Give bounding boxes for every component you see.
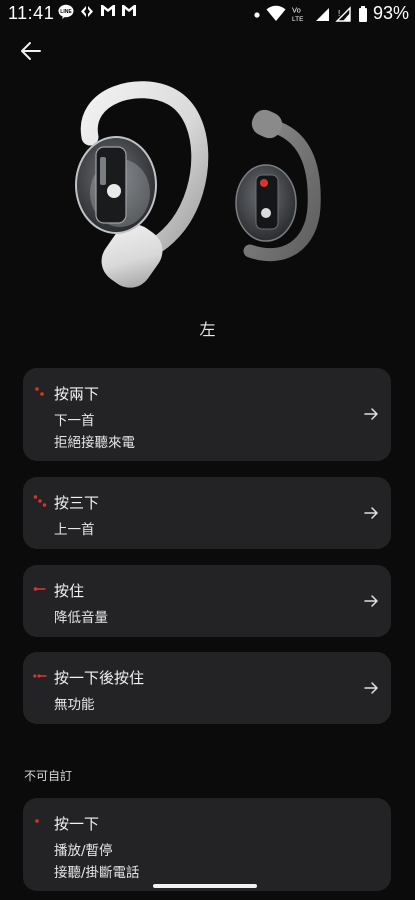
status-bar: 11:41 LINE Vo LTE ! 93% [0, 0, 415, 26]
gesture-card-triple-press[interactable]: 按三下 上一首 [23, 477, 391, 549]
system-icons: Vo LTE ! 93% [253, 3, 409, 24]
gmail-icon [100, 4, 115, 19]
section-header-non-customizable: 不可自訂 [24, 769, 73, 783]
gesture-action: 降低音量 [54, 610, 108, 626]
back-button[interactable] [18, 38, 44, 64]
signal-icon [315, 7, 329, 21]
triple-dot-icon [33, 495, 47, 507]
arrow-left-icon [21, 42, 41, 60]
gesture-card-tap-then-hold[interactable]: 按一下後按住 無功能 [23, 652, 391, 724]
svg-text:!: ! [338, 9, 340, 18]
signal-roaming-icon: ! [335, 5, 351, 22]
gesture-card-press-hold[interactable]: 按住 降低音量 [23, 565, 391, 637]
arrow-right-icon [364, 507, 378, 519]
battery-percent: 93% [372, 3, 409, 23]
gesture-action: 下一首 [54, 413, 95, 429]
svg-text:LINE: LINE [60, 9, 72, 15]
arrow-right-icon [364, 682, 378, 694]
gesture-action: 播放/暫停 [54, 843, 113, 859]
gesture-card-double-press[interactable]: 按兩下 下一首 拒絕接聽來電 [23, 368, 391, 461]
line-icon: LINE [58, 4, 74, 19]
volte-icon: Vo LTE [292, 5, 304, 23]
notification-icons: LINE [58, 4, 136, 19]
gesture-label: 按一下後按住 [54, 669, 145, 687]
battery-icon [358, 5, 367, 22]
carrefour-icon [79, 4, 94, 19]
gesture-label: 按住 [54, 582, 85, 600]
tap-hold-icon [33, 674, 47, 678]
wifi-icon [266, 5, 286, 21]
gesture-label: 按三下 [54, 494, 100, 512]
gesture-card-single-press: 按一下 播放/暫停 接聽/掛斷電話 [23, 798, 391, 891]
gesture-label: 按兩下 [54, 385, 100, 403]
earbud-side-title: 左 [199, 320, 216, 339]
gesture-action: 無功能 [54, 697, 95, 713]
notification-dot-icon [254, 11, 260, 18]
svg-text:LTE: LTE [292, 16, 304, 23]
single-dot-icon [35, 819, 39, 823]
earbuds-image [60, 75, 360, 305]
arrow-right-icon [364, 595, 378, 607]
gesture-action: 拒絕接聽來電 [54, 435, 135, 451]
home-indicator[interactable] [153, 884, 257, 888]
gesture-action: 接聽/掛斷電話 [54, 865, 140, 881]
arrow-right-icon [364, 408, 378, 420]
status-time: 11:41 [8, 3, 55, 23]
gesture-label: 按一下 [54, 815, 100, 833]
svg-text:Vo: Vo [292, 5, 301, 14]
gesture-action: 上一首 [54, 522, 95, 538]
double-dot-icon [35, 387, 44, 396]
long-press-icon [33, 587, 46, 591]
gmail-icon [121, 4, 136, 19]
